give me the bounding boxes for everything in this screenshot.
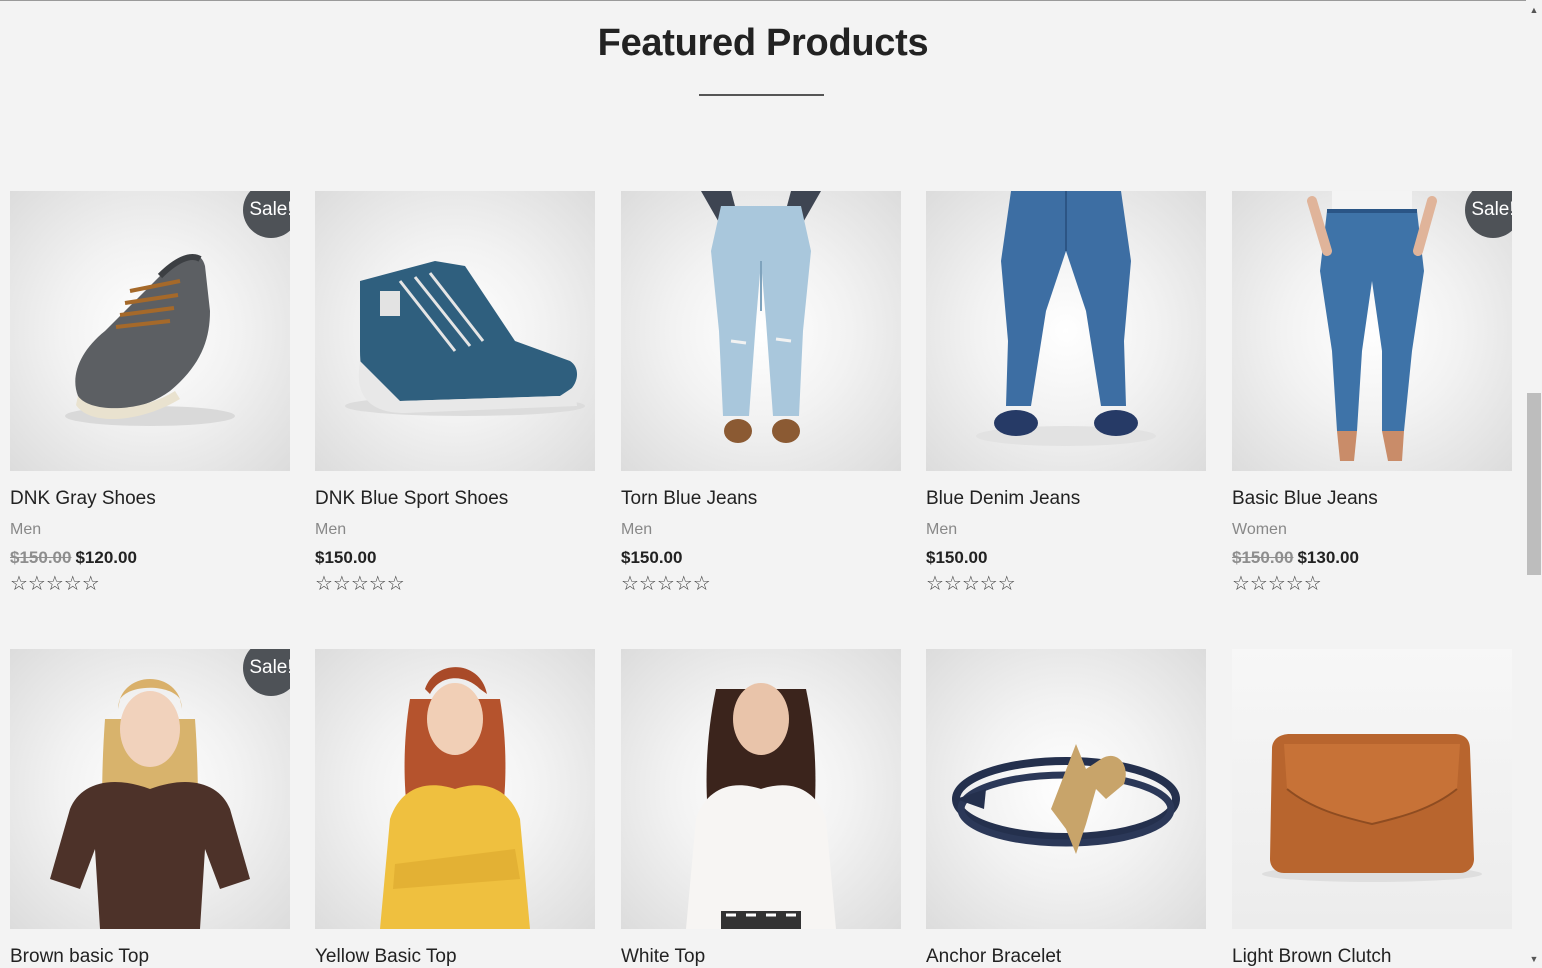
product-category[interactable]: Men: [10, 520, 290, 540]
product-card[interactable]: Blue Denim Jeans Men $150.00 ☆☆☆☆☆: [926, 191, 1206, 594]
rating-stars: ☆☆☆☆☆: [10, 573, 100, 595]
denim-jeans-icon: [976, 191, 1156, 446]
product-card[interactable]: Anchor Bracelet: [926, 649, 1206, 968]
product-card[interactable]: DNK Blue Sport Shoes Men $150.00 ☆☆☆☆☆: [315, 191, 595, 594]
scrollbar-thumb[interactable]: [1527, 393, 1541, 575]
product-card[interactable]: White Top: [621, 649, 901, 968]
white-top-icon: [686, 683, 836, 929]
product-image[interactable]: [315, 649, 595, 929]
product-name[interactable]: Brown basic Top: [10, 946, 290, 968]
gray-shoe-icon: [65, 254, 235, 426]
product-name[interactable]: DNK Gray Shoes: [10, 488, 290, 510]
product-price: $150.00: [621, 548, 683, 567]
product-name[interactable]: Light Brown Clutch: [1232, 946, 1512, 968]
product-price: $150.00 $130.00: [1232, 548, 1512, 568]
yellow-top-icon: [380, 667, 530, 929]
top-rule: [0, 0, 1526, 1]
title-divider: [699, 94, 824, 96]
rating-stars: ☆☆☆☆☆: [315, 573, 405, 595]
product-image[interactable]: [926, 191, 1206, 471]
product-name[interactable]: Anchor Bracelet: [926, 946, 1206, 968]
anchor-bracelet-icon: [952, 744, 1180, 854]
product-category[interactable]: Men: [926, 520, 1206, 540]
old-price: $150.00: [10, 548, 72, 567]
product-image[interactable]: [1232, 649, 1512, 929]
old-price: $150.00: [1232, 548, 1294, 567]
product-card[interactable]: Light Brown Clutch: [1232, 649, 1512, 968]
rating-stars: ☆☆☆☆☆: [621, 573, 711, 595]
product-image[interactable]: [926, 649, 1206, 929]
torn-jeans-icon: [701, 191, 821, 443]
product-card[interactable]: Sale! Basic Blue Jeans Women $150.00 $130…: [1232, 191, 1512, 594]
product-card[interactable]: Yellow Basic Top: [315, 649, 595, 968]
sale-price: $130.00: [1297, 548, 1359, 567]
product-category[interactable]: Women: [1232, 520, 1512, 540]
womens-jeans-icon: [1307, 191, 1437, 461]
product-name[interactable]: Blue Denim Jeans: [926, 488, 1206, 510]
product-image[interactable]: Sale!: [10, 191, 290, 471]
product-price: $150.00 $120.00: [10, 548, 290, 568]
product-category[interactable]: Men: [621, 520, 901, 540]
sale-price: $120.00: [75, 548, 137, 567]
product-image[interactable]: [621, 191, 901, 471]
product-name[interactable]: White Top: [621, 946, 901, 968]
product-image[interactable]: Sale!: [1232, 191, 1512, 471]
rating-stars: ☆☆☆☆☆: [926, 573, 1016, 595]
product-price: $150.00: [315, 548, 377, 567]
scroll-down-arrow-icon[interactable]: ▼: [1528, 953, 1540, 965]
product-card[interactable]: Sale! Brown basic Top: [10, 649, 290, 968]
rating-stars: ☆☆☆☆☆: [1232, 573, 1322, 595]
blue-sneaker-icon: [345, 261, 585, 416]
product-image[interactable]: Sale!: [10, 649, 290, 929]
product-image[interactable]: [315, 191, 595, 471]
product-category[interactable]: Men: [315, 520, 595, 540]
scroll-up-arrow-icon[interactable]: ▲: [1528, 4, 1540, 16]
product-name[interactable]: Basic Blue Jeans: [1232, 488, 1512, 510]
product-price: $150.00: [926, 548, 988, 567]
brown-top-icon: [50, 679, 250, 929]
product-name[interactable]: Yellow Basic Top: [315, 946, 595, 968]
product-image[interactable]: [621, 649, 901, 929]
section-title: Featured Products: [597, 22, 929, 64]
brown-clutch-icon: [1262, 734, 1482, 882]
product-card[interactable]: Sale! DNK Gray Shoes Men $150.00 $120.00 …: [10, 191, 290, 594]
product-card[interactable]: Torn Blue Jeans Men $150.00 ☆☆☆☆☆: [621, 191, 901, 594]
vertical-scrollbar[interactable]: ▲ ▼: [1526, 0, 1542, 968]
product-name[interactable]: Torn Blue Jeans: [621, 488, 901, 510]
product-name[interactable]: DNK Blue Sport Shoes: [315, 488, 595, 510]
